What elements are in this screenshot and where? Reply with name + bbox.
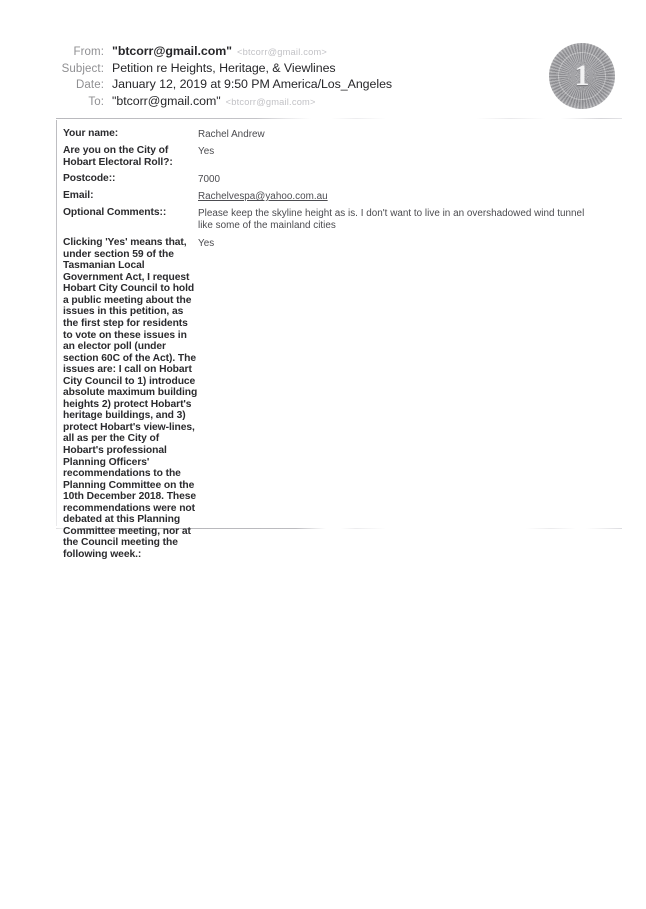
form-value-email-link[interactable]: Rachelvespa@yahoo.com.au bbox=[198, 190, 593, 202]
email-header-row-to: To: "btcorr@gmail.com" <btcorr@gmail.com… bbox=[52, 94, 472, 111]
email-header-row-subject: Subject: Petition re Heights, Heritage, … bbox=[52, 61, 472, 78]
email-header: From: "btcorr@gmail.com" <btcorr@gmail.c… bbox=[52, 44, 472, 110]
form-row-electoral-roll: Are you on the City of Hobart Electoral … bbox=[63, 145, 593, 168]
form-value-electoral-roll: Yes bbox=[198, 145, 215, 157]
email-header-label-to: To: bbox=[88, 95, 104, 108]
email-header-row-date: Date: January 12, 2019 at 9:50 PM Americ… bbox=[52, 77, 472, 94]
form-value-consent-statement: Yes bbox=[198, 237, 215, 249]
scanned-document-page: From: "btcorr@gmail.com" <btcorr@gmail.c… bbox=[0, 0, 646, 909]
form-row-postcode: Postcode:: 7000 bbox=[63, 173, 593, 185]
form-label-email: Email: bbox=[63, 190, 94, 202]
form-row-your-name: Your name: Rachel Andrew bbox=[63, 128, 593, 140]
form-row-email: Email: Rachelvespa@yahoo.com.au bbox=[63, 190, 593, 202]
form-value-postcode: 7000 bbox=[198, 173, 221, 185]
form-label-consent-statement: Clicking 'Yes' means that, under section… bbox=[63, 237, 198, 560]
petition-form-responses: Your name: Rachel Andrew Are you on the … bbox=[63, 128, 593, 565]
page-number-stamp-icon: 1 bbox=[549, 43, 615, 109]
email-header-value-to: "btcorr@gmail.com" bbox=[112, 93, 221, 108]
email-header-value-subject: Petition re Heights, Heritage, & Viewlin… bbox=[112, 60, 336, 75]
form-value-your-name: Rachel Andrew bbox=[198, 128, 265, 140]
divider-left-vertical bbox=[56, 120, 57, 526]
form-label-postcode: Postcode:: bbox=[63, 173, 116, 185]
email-header-label-date: Date: bbox=[76, 79, 104, 91]
form-label-your-name: Your name: bbox=[63, 128, 119, 139]
email-header-label-subject: Subject: bbox=[61, 62, 104, 75]
form-row-consent-statement: Clicking 'Yes' means that, under section… bbox=[63, 237, 593, 560]
form-value-optional-comments: Please keep the skyline height as is. I … bbox=[198, 207, 585, 231]
email-header-faint-to: <btcorr@gmail.com> bbox=[225, 96, 316, 107]
divider-top bbox=[56, 118, 622, 119]
page-number-value: 1 bbox=[574, 59, 590, 92]
email-header-value-date: January 12, 2019 at 9:50 PM America/Los_… bbox=[112, 77, 393, 91]
email-header-row-from: From: "btcorr@gmail.com" <btcorr@gmail.c… bbox=[52, 44, 472, 61]
form-row-optional-comments: Optional Comments:: Please keep the skyl… bbox=[63, 207, 593, 231]
form-label-electoral-roll: Are you on the City of Hobart Electoral … bbox=[63, 145, 173, 168]
email-header-label-from: From: bbox=[73, 46, 104, 58]
email-header-faint-from: <btcorr@gmail.com> bbox=[237, 47, 328, 57]
email-header-value-from: "btcorr@gmail.com" bbox=[112, 44, 233, 58]
form-label-optional-comments: Optional Comments:: bbox=[63, 207, 167, 219]
